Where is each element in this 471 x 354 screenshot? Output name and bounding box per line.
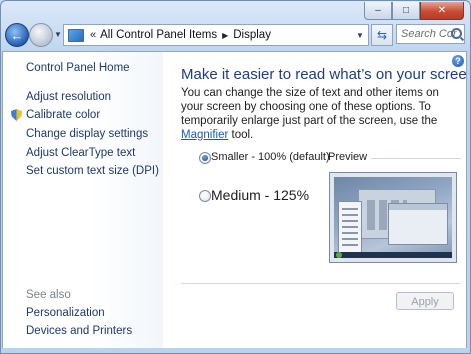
preview-start-menu — [338, 201, 362, 253]
uac-shield-icon — [11, 109, 22, 121]
address-overflow-chevron-icon[interactable]: « — [90, 29, 96, 41]
option-medium-label[interactable]: Medium - 125% — [211, 187, 309, 203]
adjust-cleartype-text-link[interactable]: Adjust ClearType text — [26, 147, 135, 159]
search-input[interactable] — [397, 25, 457, 43]
preview-start-orb-icon — [336, 252, 342, 258]
devices-and-printers-link[interactable]: Devices and Printers — [26, 325, 132, 337]
calibrate-color-link[interactable]: Calibrate color — [26, 109, 100, 121]
close-button[interactable]: ✕ — [420, 2, 464, 20]
maximize-button[interactable]: □ — [392, 2, 420, 20]
magnifier-link[interactable]: Magnifier — [181, 129, 228, 141]
apply-button[interactable]: Apply — [396, 292, 454, 310]
breadcrumb-display[interactable]: Display — [233, 29, 271, 41]
see-also-heading: See also — [26, 289, 71, 301]
control-panel-icon — [68, 28, 84, 42]
breadcrumb-all-control-panel-items[interactable]: All Control Panel Items — [100, 29, 217, 41]
radio-medium[interactable] — [199, 190, 211, 202]
explorer-window: – □ ✕ ← → ▼ « All Control Panel Items ▶ … — [0, 0, 471, 354]
change-display-settings-link[interactable]: Change display settings — [26, 128, 148, 140]
preview-window-front — [388, 203, 448, 245]
magnifier-icon[interactable] — [451, 28, 462, 39]
refresh-icon: ⇆ — [376, 28, 388, 42]
radio-smaller[interactable] — [199, 152, 211, 164]
adjust-resolution-link[interactable]: Adjust resolution — [26, 91, 111, 103]
preview-image — [329, 172, 457, 263]
search-box[interactable] — [396, 24, 465, 44]
bottom-divider — [181, 283, 461, 284]
preview-divider — [371, 158, 461, 159]
caption-buttons: – □ ✕ — [364, 2, 464, 20]
set-custom-text-size-link[interactable]: Set custom text size (DPI) — [26, 165, 159, 177]
refresh-button[interactable]: ⇆ — [371, 24, 393, 46]
back-button[interactable]: ← — [5, 23, 29, 47]
preview-label: Preview — [328, 151, 368, 163]
navigation-bar: ← → ▼ « All Control Panel Items ▶ Displa… — [5, 21, 467, 49]
main-panel: Make it easier to read what’s on your sc… — [181, 52, 466, 349]
option-smaller-label[interactable]: Smaller - 100% (default) — [211, 151, 330, 163]
page-description: You can change the size of text and othe… — [181, 86, 463, 142]
window-bottom-border — [1, 348, 470, 353]
description-text-end: tool. — [228, 129, 254, 141]
description-text: You can change the size of text and othe… — [181, 87, 439, 127]
page-title: Make it easier to read what’s on your sc… — [181, 66, 467, 83]
personalization-link[interactable]: Personalization — [26, 307, 105, 319]
preview-desktop — [334, 177, 452, 258]
breadcrumb-separator-icon[interactable]: ▶ — [222, 31, 228, 40]
recent-pages-dropdown-icon[interactable]: ▼ — [54, 30, 62, 39]
task-sidebar: Control Panel Home Adjust resolution Cal… — [3, 52, 163, 349]
preview-taskbar — [334, 252, 452, 258]
control-panel-home-link[interactable]: Control Panel Home — [26, 62, 130, 74]
forward-button[interactable]: → — [29, 23, 53, 47]
address-dropdown-icon[interactable]: ▼ — [352, 25, 368, 45]
address-bar[interactable]: « All Control Panel Items ▶ Display ▼ — [63, 24, 369, 46]
minimize-button[interactable]: – — [364, 2, 392, 20]
content-area: Control Panel Home Adjust resolution Cal… — [2, 51, 467, 349]
